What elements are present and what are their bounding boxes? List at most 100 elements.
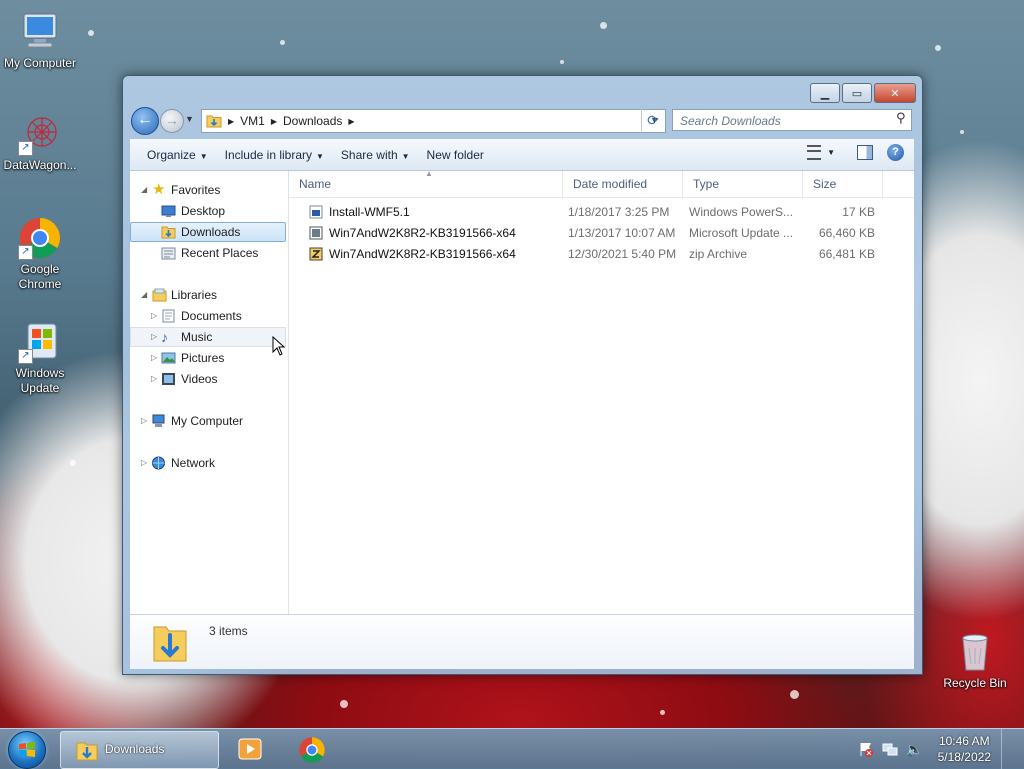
desktop-icon-my-computer[interactable]: My Computer <box>0 10 80 71</box>
breadcrumb-separator-icon[interactable]: ▶ <box>271 117 277 126</box>
nav-network[interactable]: ▷ Network <box>130 453 286 473</box>
file-row[interactable]: Win7AndW2K8R2-KB3191566-x64 12/30/2021 5… <box>289 244 914 264</box>
clock-time: 10:46 AM <box>938 734 990 748</box>
breadcrumb-downloads[interactable]: Downloads <box>283 114 342 128</box>
collapsed-arrow-icon[interactable]: ▷ <box>141 453 147 473</box>
toolbar-right: ▼ ? <box>807 144 904 161</box>
nav-documents[interactable]: ▷ Documents <box>130 306 286 326</box>
action-center-flag-icon[interactable] <box>858 741 874 757</box>
star-icon: ★ <box>152 181 166 198</box>
volume-icon[interactable]: 🔈 <box>906 741 923 757</box>
breadcrumb-separator-icon[interactable]: ▶ <box>228 117 234 126</box>
nav-music[interactable]: ▷ ♪ Music <box>130 327 286 347</box>
nav-favorites[interactable]: ◢ ★ Favorites <box>130 180 286 200</box>
nav-videos[interactable]: ▷ Videos <box>130 369 286 389</box>
new-folder-button[interactable]: New folder <box>427 148 484 162</box>
address-bar[interactable]: ▶ VM1 ▶ Downloads ▶ ▼ <box>201 109 666 133</box>
file-list: Name ▲ Date modified Type Size Install-W… <box>289 169 914 614</box>
taskbar-button-media-player[interactable] <box>228 731 272 767</box>
desktop-icon-label: Google Chrome <box>18 262 62 291</box>
recent-places-icon <box>161 246 176 260</box>
nav-pictures[interactable]: ▷ Pictures <box>130 348 286 368</box>
column-size[interactable]: Size <box>803 171 883 197</box>
libraries-icon <box>152 288 167 302</box>
recent-pages-dropdown-icon[interactable]: ▼ <box>185 114 194 124</box>
back-button[interactable]: ← <box>131 107 159 135</box>
nav-music-label: Music <box>181 330 213 344</box>
minimize-button[interactable]: ▁ <box>810 83 840 103</box>
file-type: zip Archive <box>689 247 748 261</box>
nav-libraries-label: Libraries <box>171 288 218 302</box>
nav-recent-places[interactable]: Recent Places <box>130 243 286 263</box>
search-icon[interactable]: ⚲ <box>896 110 906 126</box>
file-name: Win7AndW2K8R2-KB3191566-x64 <box>329 226 516 240</box>
item-count: 3 items <box>209 624 248 638</box>
music-note-icon: ♪ <box>161 329 168 345</box>
network-status-icon[interactable] <box>882 741 898 757</box>
shortcut-arrow-icon: ↗ <box>18 349 33 364</box>
collapsed-arrow-icon[interactable]: ▷ <box>151 306 157 326</box>
desktop-icon-recycle-bin[interactable]: Recycle Bin <box>935 630 1015 691</box>
change-view-icon[interactable] <box>807 145 822 160</box>
organize-button[interactable]: Organize ▼ <box>147 148 208 162</box>
explorer-window: ▁ ▭ ✕ ← → ▼ ▶ VM1 ▶ Downloads ▶ ▼ ⟳ Sear… <box>122 75 923 675</box>
include-in-library-button[interactable]: Include in library ▼ <box>225 148 324 162</box>
nav-desktop[interactable]: Desktop <box>130 201 286 221</box>
breadcrumb-separator-icon[interactable]: ▶ <box>348 117 354 126</box>
preview-pane-icon[interactable] <box>857 145 873 160</box>
collapsed-arrow-icon[interactable]: ▷ <box>151 369 157 389</box>
file-size: 66,460 KB <box>818 226 875 240</box>
mouse-cursor-icon <box>272 335 286 356</box>
share-with-button[interactable]: Share with ▼ <box>341 148 410 162</box>
chevron-down-icon[interactable]: ▼ <box>827 148 835 157</box>
nav-downloads-label: Downloads <box>181 225 241 239</box>
taskbar-button-explorer[interactable]: Downloads <box>60 731 219 769</box>
search-input[interactable]: Search Downloads <box>672 109 912 131</box>
show-desktop-button[interactable] <box>1001 729 1014 769</box>
downloads-folder-icon <box>152 621 188 663</box>
system-tray: 🔈 10:46 AM 5/18/2022 <box>858 729 1014 769</box>
details-pane: 3 items <box>130 614 914 669</box>
nav-downloads[interactable]: Downloads <box>130 222 286 242</box>
nav-my-computer[interactable]: ▷ My Computer <box>130 411 286 431</box>
organize-label: Organize <box>147 147 196 162</box>
desktop-icon-label: Recycle Bin <box>943 676 1007 690</box>
taskbar-button-chrome[interactable] <box>290 731 334 767</box>
chrome-icon <box>298 736 326 764</box>
collapsed-arrow-icon[interactable]: ▷ <box>141 411 147 431</box>
column-date-modified[interactable]: Date modified <box>563 171 683 197</box>
taskbar: Downloads 🔈 10:46 AM 5/18/2022 <box>0 728 1024 769</box>
desktop-icon-google-chrome[interactable]: ↗ Google Chrome <box>0 216 80 292</box>
file-type: Microsoft Update ... <box>689 226 794 240</box>
file-name: Install-WMF5.1 <box>329 205 410 219</box>
breadcrumb-vm1[interactable]: VM1 <box>240 114 265 128</box>
snowflake <box>935 45 941 51</box>
snowflake <box>70 460 76 466</box>
documents-icon <box>161 309 176 323</box>
nav-libraries[interactable]: ◢ Libraries <box>130 285 286 305</box>
windows-update-icon: ↗ <box>18 320 62 364</box>
msu-package-icon <box>309 226 323 240</box>
forward-button[interactable]: → <box>160 109 184 133</box>
collapsed-arrow-icon[interactable]: ▷ <box>151 348 157 368</box>
snowflake <box>960 130 964 134</box>
file-type: Windows PowerS... <box>689 205 794 219</box>
powershell-script-icon <box>309 205 323 219</box>
desktop-icon-datawagon[interactable]: ↗ DataWagon... <box>0 112 80 173</box>
network-icon <box>151 456 166 470</box>
help-icon[interactable]: ? <box>887 144 904 161</box>
start-button[interactable] <box>8 731 46 769</box>
column-headers: Name ▲ Date modified Type Size <box>289 169 914 198</box>
column-type[interactable]: Type <box>683 171 803 197</box>
computer-icon <box>18 10 62 54</box>
file-row[interactable]: Win7AndW2K8R2-KB3191566-x64 1/13/2017 10… <box>289 223 914 243</box>
desktop-icon-windows-update[interactable]: ↗ Windows Update <box>0 320 80 396</box>
maximize-button[interactable]: ▭ <box>842 83 872 103</box>
close-button[interactable]: ✕ <box>874 83 916 103</box>
clock[interactable]: 10:46 AM 5/18/2022 <box>938 733 991 765</box>
refresh-button[interactable]: ⟳ <box>641 109 664 131</box>
collapsed-arrow-icon[interactable]: ▷ <box>151 327 157 347</box>
file-row[interactable]: Install-WMF5.1 1/18/2017 3:25 PM Windows… <box>289 202 914 222</box>
expanded-arrow-icon[interactable]: ◢ <box>141 285 147 305</box>
expanded-arrow-icon[interactable]: ◢ <box>141 180 147 200</box>
